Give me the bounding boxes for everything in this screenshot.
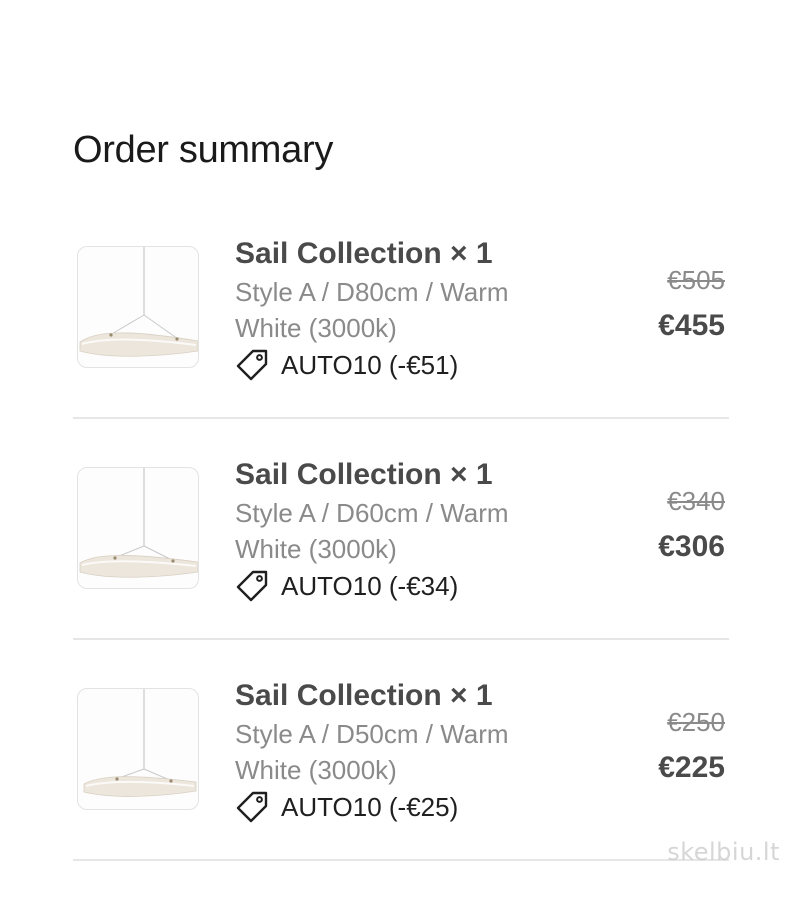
discount-row: AUTO10 (-€25) — [235, 788, 565, 826]
tag-icon — [235, 790, 269, 824]
item-name: Sail Collection × 1 — [235, 679, 493, 712]
item-name: Sail Collection × 1 — [235, 458, 493, 491]
discount-code: AUTO10 (-€51) — [281, 350, 459, 380]
pendant-lamp-image — [83, 689, 197, 797]
item-variant: Style A / D50cm / Warm White (3000k) — [235, 719, 509, 785]
item-info: Sail Collection × 1 Style A / D50cm / Wa… — [235, 678, 565, 826]
discount-row: AUTO10 (-€34) — [235, 567, 565, 605]
item-name: Sail Collection × 1 — [235, 237, 493, 270]
original-price: €340 — [667, 486, 725, 516]
item-info: Sail Collection × 1 Style A / D60cm / Wa… — [235, 457, 565, 605]
order-item: Sail Collection × 1 Style A / D50cm / Wa… — [73, 660, 729, 861]
original-price: €505 — [667, 265, 725, 295]
order-item: Sail Collection × 1 Style A / D80cm / Wa… — [73, 218, 729, 419]
tag-icon — [235, 348, 269, 382]
product-thumbnail[interactable] — [77, 467, 199, 589]
discount-code: AUTO10 (-€25) — [281, 792, 459, 822]
item-prices: €250 €225 — [658, 706, 725, 786]
discounted-price: €306 — [658, 530, 725, 563]
tag-icon — [235, 569, 269, 603]
discounted-price: €455 — [658, 309, 725, 342]
item-prices: €505 €455 — [658, 264, 725, 344]
watermark: skelbiu.lt — [667, 838, 780, 866]
item-variant: Style A / D80cm / Warm White (3000k) — [235, 277, 509, 343]
discount-row: AUTO10 (-€51) — [235, 346, 565, 384]
item-variant: Style A / D60cm / Warm White (3000k) — [235, 498, 509, 564]
discount-code: AUTO10 (-€34) — [281, 571, 459, 601]
pendant-lamp-image — [79, 468, 198, 578]
product-thumbnail[interactable] — [77, 246, 199, 368]
discounted-price: €225 — [658, 751, 725, 784]
pendant-lamp-image — [79, 247, 198, 357]
original-price: €250 — [667, 707, 725, 737]
order-summary-title: Order summary — [73, 129, 334, 171]
order-items-list: Sail Collection × 1 Style A / D80cm / Wa… — [73, 218, 729, 881]
product-thumbnail[interactable] — [77, 688, 199, 810]
order-item: Sail Collection × 1 Style A / D60cm / Wa… — [73, 439, 729, 640]
item-info: Sail Collection × 1 Style A / D80cm / Wa… — [235, 236, 565, 384]
item-prices: €340 €306 — [658, 485, 725, 565]
